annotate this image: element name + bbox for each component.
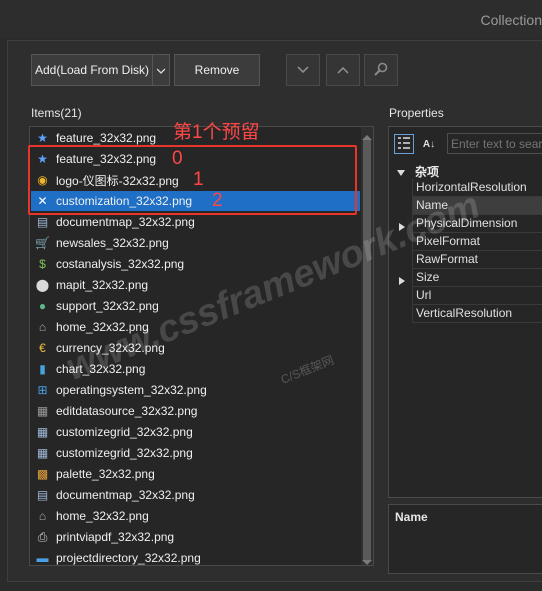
- list-item[interactable]: ⎙ printviapdf_32x32.png: [31, 527, 360, 547]
- property-row[interactable]: Size: [389, 269, 542, 287]
- items-scrollbar-thumb[interactable]: [363, 140, 371, 560]
- document-map-icon: ▤: [36, 215, 49, 229]
- list-item-label: mapit_32x32.png: [56, 278, 149, 292]
- property-search-input[interactable]: [448, 134, 542, 153]
- move-down-button[interactable]: [286, 54, 320, 86]
- list-item-label: home_32x32.png: [56, 509, 149, 523]
- list-item-label: costanalysis_32x32.png: [56, 257, 185, 271]
- speech-bubble-icon: ●: [38, 299, 47, 313]
- property-category[interactable]: 杂项: [389, 161, 542, 179]
- list-item[interactable]: ▬ projectdirectory_32x32.png: [31, 548, 360, 565]
- properties-grid: A↓ 杂项 HorizontalResolutionNamePhysicalDi…: [388, 126, 542, 498]
- bar-chart-icon: ▮: [39, 362, 46, 376]
- home-icon: ⌂: [38, 509, 47, 523]
- list-item[interactable]: ▤ documentmap_32x32.png: [31, 212, 360, 232]
- move-up-button[interactable]: [326, 54, 360, 86]
- collapse-triangle-icon[interactable]: [397, 166, 405, 180]
- alphabetical-sort-icon[interactable]: A↓: [419, 134, 439, 154]
- scroll-down-icon[interactable]: [362, 555, 372, 569]
- list-item[interactable]: ▩ palette_32x32.png: [31, 464, 360, 484]
- add-button[interactable]: Add(Load From Disk): [31, 54, 153, 86]
- list-item-label: documentmap_32x32.png: [56, 488, 195, 502]
- properties-header: Properties: [389, 106, 444, 120]
- folder-icon: ▬: [36, 551, 49, 565]
- list-item-label: editdatasource_32x32.png: [56, 404, 198, 418]
- items-header: Items(21): [31, 106, 82, 120]
- palette-icon: ▩: [36, 467, 49, 481]
- property-name: Url: [412, 287, 542, 305]
- property-row[interactable]: VerticalResolution: [389, 305, 542, 323]
- remove-button-label: Remove: [194, 63, 240, 77]
- annotation-note: 第1个预留: [173, 122, 260, 143]
- search-button[interactable]: [364, 54, 398, 86]
- add-button-label: Add(Load From Disk): [34, 63, 150, 77]
- grid-icon: ▦: [36, 425, 49, 439]
- search-icon: [374, 62, 388, 79]
- list-item-label: palette_32x32.png: [56, 467, 155, 481]
- property-description: Name: [388, 504, 542, 574]
- scroll-up-icon[interactable]: [362, 129, 372, 143]
- annotation-index-2: 2: [212, 190, 223, 211]
- property-name: Size: [412, 269, 542, 287]
- annotation-index-0: 0: [172, 148, 183, 169]
- printer-icon: ⎙: [37, 530, 48, 544]
- coins-icon: €: [39, 341, 46, 355]
- expand-triangle-icon[interactable]: [399, 274, 405, 288]
- list-item[interactable]: ▦ editdatasource_32x32.png: [31, 401, 360, 421]
- list-item-label: newsales_32x32.png: [56, 236, 169, 250]
- annotation-index-1: 1: [193, 169, 204, 190]
- description-title: Name: [395, 510, 428, 524]
- list-item[interactable]: ▦ customizegrid_32x32.png: [31, 443, 360, 463]
- property-search-field[interactable]: [447, 133, 542, 154]
- list-item[interactable]: ⌂ home_32x32.png: [31, 506, 360, 526]
- property-row[interactable]: Url: [389, 287, 542, 305]
- chevron-down-icon: [297, 63, 309, 77]
- property-name: HorizontalResolution: [412, 179, 542, 197]
- list-item-label: documentmap_32x32.png: [56, 215, 195, 229]
- property-name: VerticalResolution: [412, 305, 542, 323]
- list-item-label: feature_32x32.png: [56, 131, 157, 145]
- category-label: 杂项: [415, 165, 440, 179]
- home-icon: ⌂: [38, 320, 47, 334]
- add-dropdown-button[interactable]: [152, 54, 170, 86]
- list-item[interactable]: ▤ documentmap_32x32.png: [31, 485, 360, 505]
- list-item-label: printviapdf_32x32.png: [56, 530, 175, 544]
- window-title: Collection: [480, 12, 542, 28]
- list-icon: [398, 136, 410, 152]
- list-item-label: support_32x32.png: [56, 299, 159, 313]
- list-item-label: projectdirectory_32x32.png: [56, 551, 201, 565]
- windows-icon: ⊞: [37, 383, 48, 397]
- remove-button[interactable]: Remove: [174, 54, 260, 86]
- cart-icon: 🛒: [35, 236, 50, 250]
- database-icon: ▦: [36, 404, 49, 418]
- list-item-label: customizegrid_32x32.png: [56, 446, 193, 460]
- map-pin-icon: ⬤: [35, 278, 50, 292]
- list-item-label: customizegrid_32x32.png: [56, 425, 193, 439]
- list-item[interactable]: ▦ customizegrid_32x32.png: [31, 422, 360, 442]
- categorized-view-button[interactable]: [394, 134, 414, 154]
- money-bag-icon: $: [39, 257, 46, 271]
- title-bar: Collection: [0, 0, 542, 38]
- grid-icon: ▦: [36, 446, 49, 460]
- document-map-icon: ▤: [36, 488, 49, 502]
- property-name: RawFormat: [412, 251, 542, 269]
- star-icon: ★: [37, 131, 48, 145]
- chevron-up-icon: [337, 63, 349, 77]
- chevron-down-icon: [156, 63, 166, 77]
